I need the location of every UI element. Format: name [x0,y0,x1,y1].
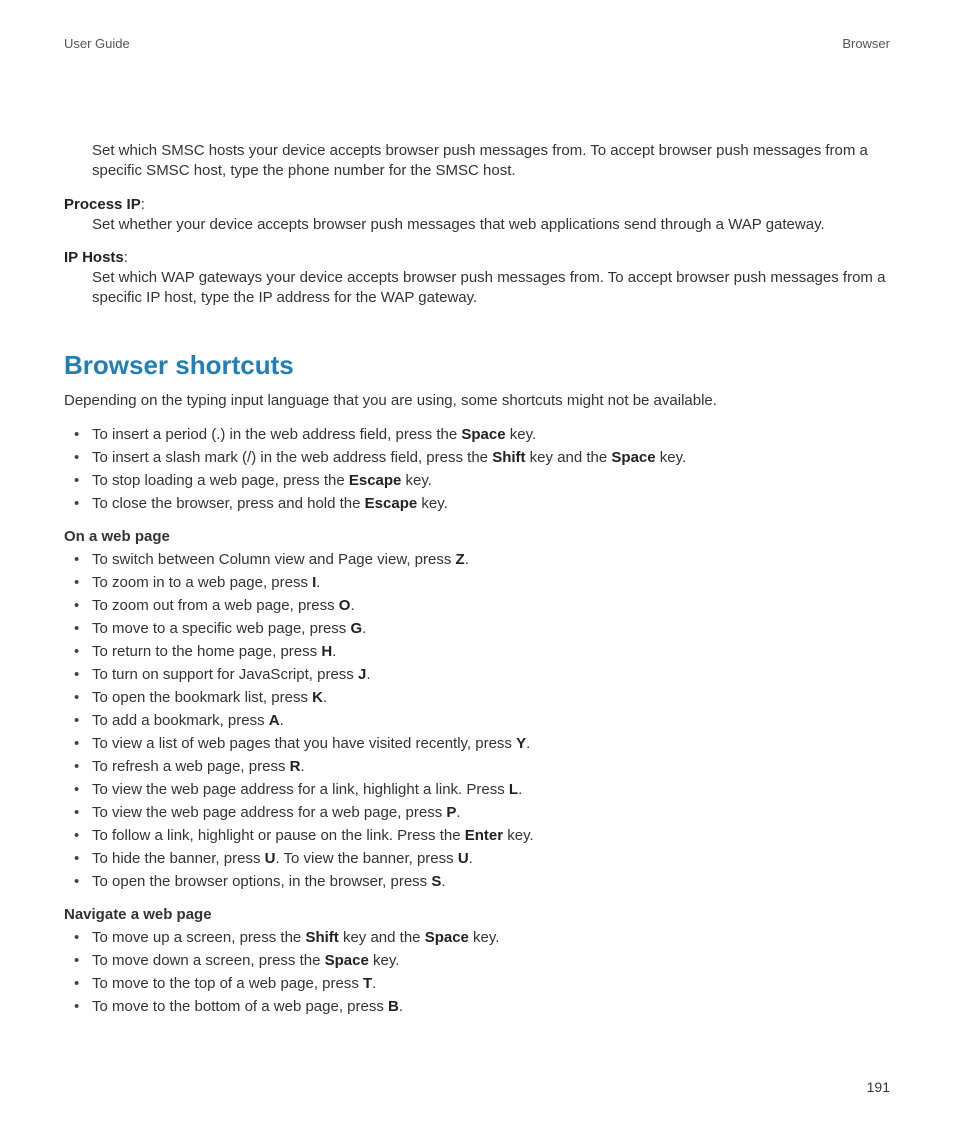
subheading-navigate: Navigate a web page [64,906,890,923]
list-item: To insert a slash mark (/) in the web ad… [92,447,890,468]
list-item: To move to the top of a web page, press … [92,973,890,994]
header-left: User Guide [64,36,130,51]
list-item: To open the browser options, in the brow… [92,871,890,892]
definition-body: Set which WAP gateways your device accep… [92,268,890,309]
list-item: To zoom in to a web page, press I. [92,572,890,593]
list-item: To move to a specific web page, press G. [92,618,890,639]
definition-term: IP Hosts [64,249,124,266]
definition-block: Process IP:Set whether your device accep… [64,196,890,235]
list-item: To insert a period (.) in the web addres… [92,424,890,445]
list-item: To refresh a web page, press R. [92,756,890,777]
list-item: To close the browser, press and hold the… [92,493,890,514]
list-item: To add a bookmark, press A. [92,710,890,731]
list-item: To view the web page address for a web p… [92,802,890,823]
definition-block: IP Hosts:Set which WAP gateways your dev… [64,249,890,309]
list-item: To move up a screen, press the Shift key… [92,927,890,948]
section-heading: Browser shortcuts [64,350,890,381]
document-page: User Guide Browser Set which SMSC hosts … [0,0,954,1145]
list-item: To move down a screen, press the Space k… [92,950,890,971]
shortcut-list-navigate: To move up a screen, press the Shift key… [64,927,890,1017]
subheading-on-web-page: On a web page [64,528,890,545]
header-right: Browser [842,36,890,51]
list-item: To zoom out from a web page, press O. [92,595,890,616]
list-item: To view a list of web pages that you hav… [92,733,890,754]
shortcut-list-general: To insert a period (.) in the web addres… [64,424,890,514]
list-item: To open the bookmark list, press K. [92,687,890,708]
definition-body: Set whether your device accepts browser … [92,215,890,235]
list-item: To turn on support for JavaScript, press… [92,664,890,685]
definition-body: Set which SMSC hosts your device accepts… [92,141,890,182]
list-item: To stop loading a web page, press the Es… [92,470,890,491]
list-item: To switch between Column view and Page v… [92,549,890,570]
definition-term: Process IP [64,196,141,213]
definitions-list: Process IP:Set whether your device accep… [64,196,890,309]
list-item: To follow a link, highlight or pause on … [92,825,890,846]
list-item: To view the web page address for a link,… [92,779,890,800]
list-item: To move to the bottom of a web page, pre… [92,996,890,1017]
list-item: To return to the home page, press H. [92,641,890,662]
shortcut-list-on-web-page: To switch between Column view and Page v… [64,549,890,892]
page-header: User Guide Browser [64,36,890,51]
section-intro: Depending on the typing input language t… [64,391,890,411]
page-number: 191 [867,1079,890,1095]
list-item: To hide the banner, press U. To view the… [92,848,890,869]
continued-definition: Set which SMSC hosts your device accepts… [64,141,890,182]
